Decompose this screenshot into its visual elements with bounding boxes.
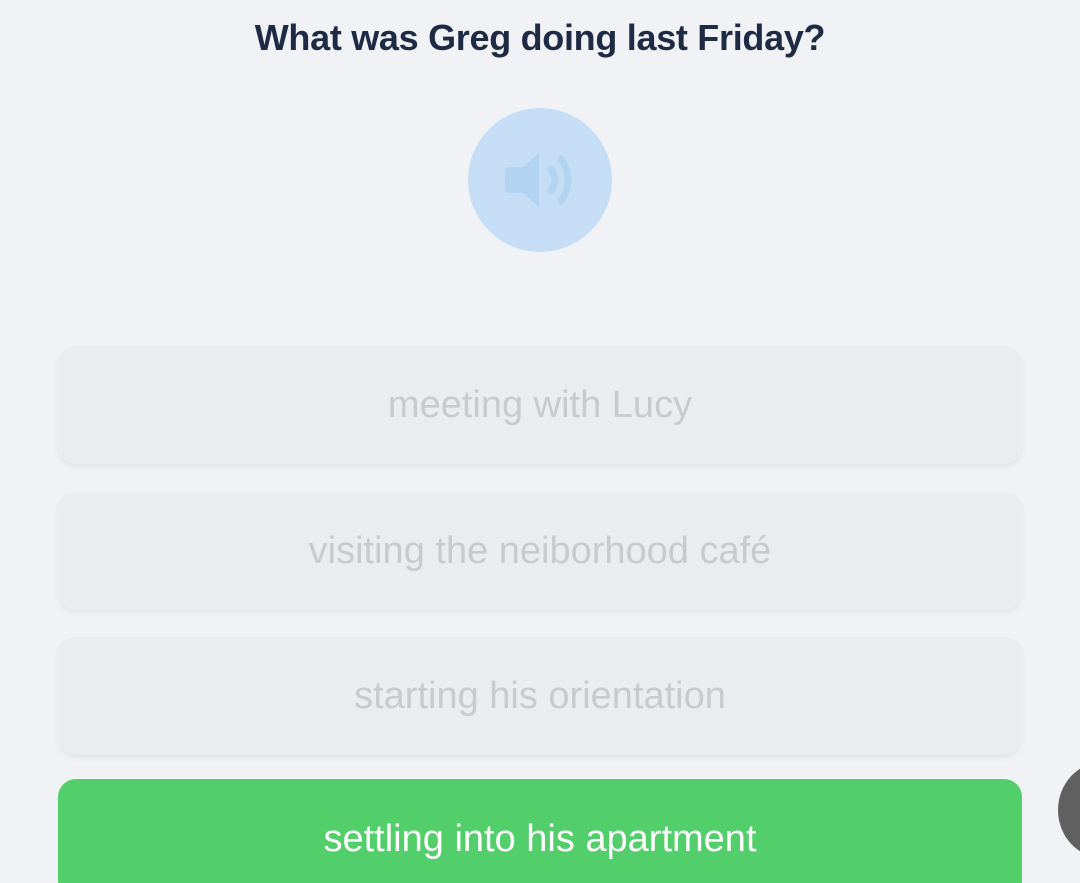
speaker-icon: [495, 145, 585, 215]
listening-exercise-screen: What was Greg doing last Friday? meeting…: [0, 0, 1080, 883]
answer-option-label: starting his orientation: [354, 674, 726, 717]
answer-option-2[interactable]: visiting the neiborhood café: [58, 492, 1022, 610]
play-audio-button[interactable]: [468, 108, 612, 252]
answer-option-3[interactable]: starting his orientation: [58, 637, 1022, 755]
answer-option-4-selected[interactable]: settling into his apartment: [58, 779, 1022, 883]
question-title: What was Greg doing last Friday?: [254, 17, 826, 58]
floating-action-button[interactable]: [1058, 762, 1080, 858]
answer-option-label: meeting with Lucy: [387, 383, 693, 426]
answer-option-label: visiting the neiborhood café: [308, 529, 772, 572]
answer-option-label: settling into his apartment: [323, 817, 757, 860]
answer-option-1[interactable]: meeting with Lucy: [58, 346, 1022, 464]
